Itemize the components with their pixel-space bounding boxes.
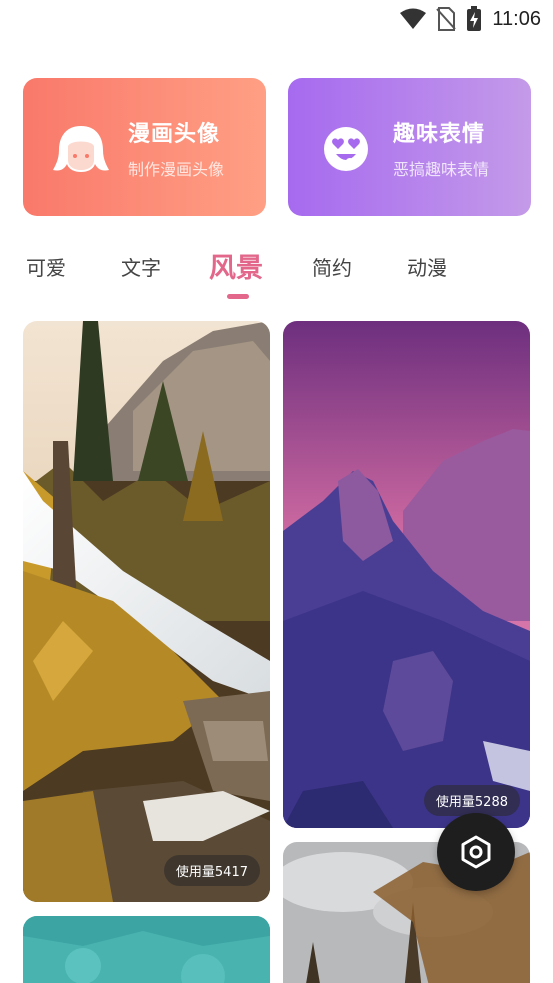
- card-title: 趣味表情: [393, 122, 486, 147]
- battery-charging-icon: [467, 6, 482, 31]
- forest-waterfall-image: [23, 321, 270, 902]
- card-subtitle: 恶搞趣味表情: [393, 160, 490, 179]
- card-subtitle: 制作漫画头像: [128, 160, 225, 179]
- status-icons: 11:06: [400, 6, 541, 32]
- status-bar: 11:06: [0, 0, 553, 38]
- wifi-icon: [400, 8, 427, 29]
- tab-anime[interactable]: 动漫: [407, 252, 447, 281]
- wallpaper-card[interactable]: 使用量5417: [23, 321, 270, 902]
- funny-emoji-card[interactable]: 趣味表情 恶搞趣味表情: [288, 78, 531, 216]
- hexagon-settings-icon: [461, 835, 491, 869]
- usage-count-badge: 使用量5417: [163, 855, 260, 886]
- category-tabs: 可爱 文字 风景 简约 动漫: [0, 252, 553, 302]
- tab-indicator: [227, 294, 249, 299]
- wallpaper-card[interactable]: 使用量5288: [283, 321, 530, 828]
- settings-fab[interactable]: [437, 813, 515, 891]
- cartoon-girl-icon: [53, 126, 109, 172]
- turquoise-water-image: [23, 916, 270, 983]
- usage-count-badge: 使用量5288: [423, 785, 520, 816]
- purple-mountains-image: [283, 321, 530, 828]
- heart-eyes-face-icon: [324, 127, 368, 171]
- card-title: 漫画头像: [128, 122, 221, 147]
- wallpaper-card[interactable]: [23, 916, 270, 983]
- tab-minimal[interactable]: 简约: [312, 252, 352, 281]
- no-sim-icon: [436, 7, 457, 31]
- tab-scenery[interactable]: 风景: [209, 246, 263, 285]
- tab-text[interactable]: 文字: [121, 252, 161, 281]
- status-time: 11:06: [492, 7, 541, 30]
- cartoon-avatar-card[interactable]: 漫画头像 制作漫画头像: [23, 78, 266, 216]
- tab-cute[interactable]: 可爱: [26, 252, 66, 281]
